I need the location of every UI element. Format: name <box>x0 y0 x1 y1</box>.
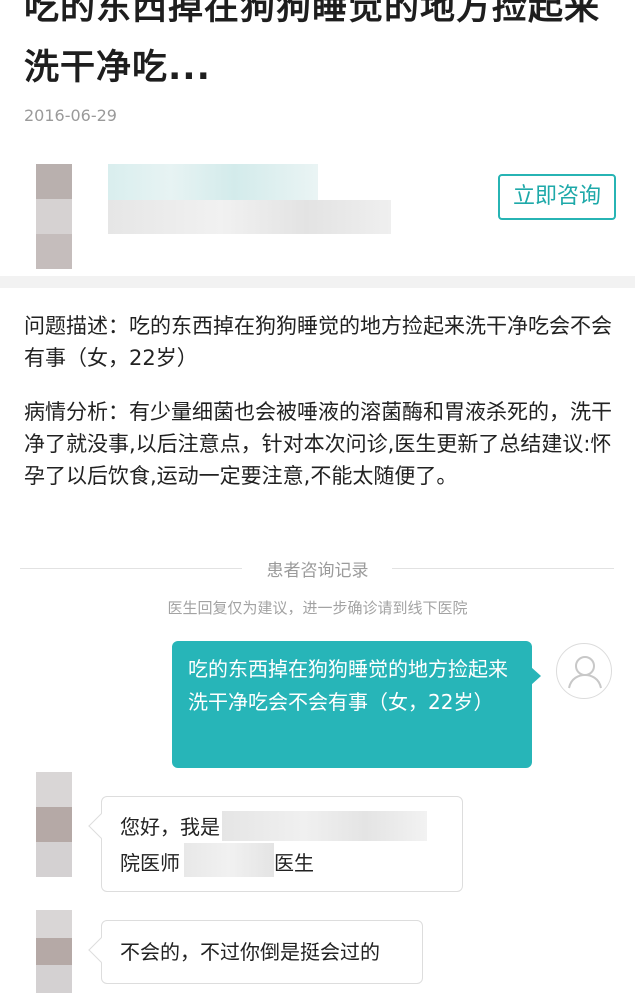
doctor-card[interactable]: 立即咨询 <box>0 150 635 275</box>
consult-now-button[interactable]: 立即咨询 <box>498 174 616 220</box>
user-message-text: 吃的东西掉在狗狗睡觉的地方捡起来洗干净吃会不会有事（女，22岁） <box>188 657 508 714</box>
doctor-chat-avatar[interactable] <box>36 910 72 994</box>
records-line-right <box>392 568 614 569</box>
redacted-doctor-name <box>184 843 274 877</box>
disclaimer-notice: 医生回复仅为建议，进一步确诊请到线下医院 <box>167 599 468 617</box>
article-header: 吃的东西掉在狗狗睡觉的地方捡起来洗干净吃... 2016-06-29 <box>0 0 635 140</box>
doctor-avatar[interactable] <box>36 164 72 269</box>
greeting-text-2: 院医师 <box>120 851 180 875</box>
bubble-tail <box>88 937 114 963</box>
greeting-line-2: 院医师 医生 <box>120 845 444 881</box>
doctor-reply-text: 不会的，不过你倒是挺会过的 <box>120 940 380 964</box>
article-date: 2016-06-29 <box>24 106 117 125</box>
section-divider <box>0 276 635 288</box>
records-header: 患者咨询记录 <box>0 553 635 583</box>
doctor-reply-bubble: 不会的，不过你倒是挺会过的 <box>88 920 423 984</box>
doctor-name-blurred <box>108 164 318 200</box>
user-avatar[interactable] <box>556 643 612 699</box>
bubble-tail <box>88 813 114 839</box>
doctor-info-blurred <box>108 200 391 234</box>
greeting-text-3: 医生 <box>274 851 314 875</box>
article-title: 吃的东西掉在狗狗睡觉的地方捡起来洗干净吃... <box>24 0 601 88</box>
doctor-chat-avatar[interactable] <box>36 772 72 878</box>
greeting-text-1: 您好，我是 <box>120 815 220 839</box>
redacted-hospital <box>222 811 427 841</box>
problem-description: 问题描述：吃的东西掉在狗狗睡觉的地方捡起来洗干净吃会不会有事（女，22岁） <box>24 314 612 370</box>
condition-analysis: 病情分析：有少量细菌也会被唾液的溶菌酶和胃液杀死的，洗干净了就没事,以后注意点，… <box>24 400 612 488</box>
user-message-bubble: 吃的东西掉在狗狗睡觉的地方捡起来洗干净吃会不会有事（女，22岁） <box>172 641 541 768</box>
bubble-tail <box>531 667 541 685</box>
person-outline-icon <box>568 656 602 689</box>
